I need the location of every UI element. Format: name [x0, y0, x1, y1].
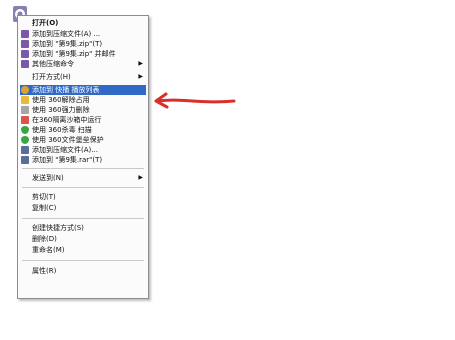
- annotation-arrow: [154, 92, 236, 109]
- menu-item-properties[interactable]: 属性(R): [20, 266, 146, 276]
- menu-separator: [22, 218, 144, 219]
- menu-item-copy[interactable]: 复制(C): [20, 203, 146, 213]
- menu-item-360-sandbox[interactable]: 在360隔离沙箱中运行: [20, 115, 146, 125]
- winrar-icon: [21, 50, 29, 58]
- archive-icon: [21, 156, 29, 164]
- winrar-icon: [21, 40, 29, 48]
- menu-item-send-to[interactable]: 发送到(N) ▶: [20, 173, 146, 183]
- menu-separator: [22, 260, 144, 261]
- menu-item-add-to-zip[interactable]: 添加到 "第9集.zip"(T): [20, 39, 146, 49]
- chevron-right-icon: ▶: [138, 60, 143, 67]
- chevron-right-icon: ▶: [138, 73, 143, 80]
- context-menu: 打开(O) 添加到压缩文件(A) ... 添加到 "第9集.zip"(T) 添加…: [17, 15, 149, 299]
- sandbox-icon: [21, 116, 29, 124]
- menu-item-open-with[interactable]: 打开方式(H) ▶: [20, 72, 146, 82]
- menu-item-open[interactable]: 打开(O): [20, 18, 146, 28]
- menu-item-cut[interactable]: 剪切(T): [20, 192, 146, 202]
- menu-item-360-unlock[interactable]: 使用 360解除占用: [20, 95, 146, 105]
- menu-item-360-file-protect[interactable]: 使用 360文件堡垒保护: [20, 135, 146, 145]
- menu-item-360-force-delete[interactable]: 使用 360强力删除: [20, 105, 146, 115]
- menu-item-360-scan[interactable]: 使用 360杀毒 扫描: [20, 125, 146, 135]
- menu-separator: [22, 187, 144, 188]
- menu-item-add-to-rar[interactable]: 添加到 "第9集.rar"(T): [20, 155, 146, 165]
- chevron-right-icon: ▶: [138, 174, 143, 181]
- menu-item-qvod-playlist[interactable]: 添加到 快播 播放列表: [20, 85, 146, 95]
- shield-icon: [21, 126, 29, 134]
- menu-separator: [22, 168, 144, 169]
- menu-item-add-to-rar-archive[interactable]: 添加到压缩文件(A)...: [20, 145, 146, 155]
- archive-icon: [21, 146, 29, 154]
- menu-item-other-compress[interactable]: 其他压缩命令 ▶: [20, 59, 146, 69]
- menu-item-create-shortcut[interactable]: 创建快捷方式(S): [20, 223, 146, 233]
- delete-icon: [21, 106, 29, 114]
- winrar-icon: [21, 60, 29, 68]
- menu-item-add-to-archive[interactable]: 添加到压缩文件(A) ...: [20, 29, 146, 39]
- menu-item-rename[interactable]: 重命名(M): [20, 245, 146, 255]
- qvod-icon: [21, 86, 29, 94]
- unlock-icon: [21, 96, 29, 104]
- shield-icon: [21, 136, 29, 144]
- winrar-icon: [21, 30, 29, 38]
- menu-item-delete[interactable]: 删除(D): [20, 234, 146, 244]
- menu-item-add-to-zip-email[interactable]: 添加到 "第9集.zip" 并邮件: [20, 49, 146, 59]
